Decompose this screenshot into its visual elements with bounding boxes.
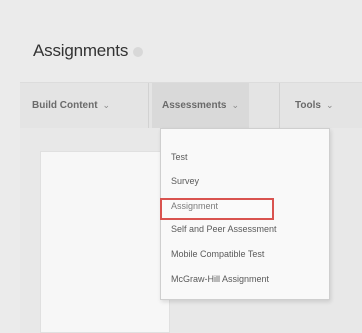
page-title-text: Assignments — [33, 41, 129, 60]
content-panel — [40, 151, 170, 333]
chevron-down-icon: ⌄ — [102, 100, 111, 110]
page-title: Assignments — [33, 41, 144, 61]
action-toolbar: Build Content ⌄ Assessments ⌄ Tools ⌄ — [20, 83, 362, 128]
chevron-down-icon: ⌄ — [231, 100, 240, 110]
menu-item-self-and-peer-assessment[interactable]: Self and Peer Assessment — [171, 224, 277, 234]
assessments-button[interactable]: Assessments ⌄ — [152, 83, 250, 128]
assignment-highlight-box — [160, 198, 274, 220]
menu-item-mcgraw-hill-assignment[interactable]: McGraw-Hill Assignment — [171, 274, 269, 284]
menu-item-mobile-compatible-test[interactable]: Mobile Compatible Test — [171, 249, 264, 259]
build-content-label: Build Content — [32, 100, 98, 111]
chevron-down-icon: ⌄ — [325, 100, 334, 110]
build-content-button[interactable]: Build Content ⌄ — [32, 83, 110, 128]
assessments-label: Assessments — [162, 100, 227, 111]
page-header: Assignments — [0, 0, 362, 82]
toolbar-divider — [279, 83, 280, 128]
title-options-icon[interactable] — [133, 47, 144, 57]
menu-item-test[interactable]: Test — [171, 152, 188, 162]
toolbar-divider — [148, 83, 149, 128]
menu-item-survey[interactable]: Survey — [171, 176, 199, 186]
tools-button[interactable]: Tools ⌄ — [295, 83, 333, 128]
tools-label: Tools — [295, 100, 321, 111]
